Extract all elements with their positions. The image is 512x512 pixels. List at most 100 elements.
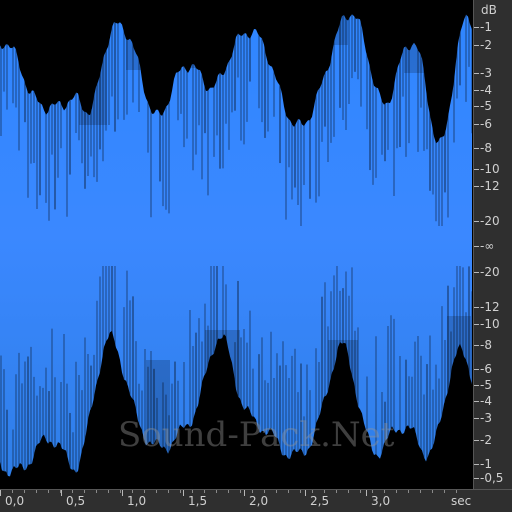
time-label: 3,0 <box>371 494 391 508</box>
time-minor-tick <box>420 490 421 493</box>
time-minor-tick <box>72 490 73 493</box>
waveform-dark-region-2 <box>126 0 150 70</box>
time-minor-tick <box>144 490 145 493</box>
db-scale-label: -10 <box>480 162 500 176</box>
time-label: 2,0 <box>249 494 269 508</box>
waveform-graphic <box>0 0 473 489</box>
time-minor-tick <box>24 490 25 493</box>
db-scale-label: -1 <box>480 20 492 34</box>
db-scale-label: -0,5 <box>480 471 504 485</box>
time-minor-tick <box>252 490 253 493</box>
db-tick <box>474 440 479 441</box>
time-major-tick <box>183 490 184 496</box>
db-tick <box>474 246 479 247</box>
waveform-dark-region-4 <box>188 0 214 68</box>
db-scale-label: -12 <box>480 300 500 314</box>
db-tick <box>474 27 479 28</box>
time-label: 1,5 <box>188 494 208 508</box>
time-minor-tick <box>408 490 409 493</box>
db-tick <box>474 369 479 370</box>
time-minor-tick <box>456 490 457 493</box>
db-tick <box>474 418 479 419</box>
db-scale: dB -1 -2 -3 -4 -5 -6 -8 -10 -12 -20 -∞ -20 -12 -10 -8 -6… <box>473 0 512 489</box>
db-scale-label: -6 <box>480 117 492 131</box>
db-tick <box>474 464 479 465</box>
time-minor-tick <box>444 490 445 493</box>
time-minor-tick <box>348 490 349 493</box>
db-unit-label: dB <box>481 3 497 17</box>
time-minor-tick <box>432 490 433 493</box>
waveform-dark-region-8 <box>404 0 428 73</box>
time-minor-tick <box>312 490 313 493</box>
db-scale-label: -20 <box>480 265 500 279</box>
time-minor-tick <box>216 490 217 493</box>
time-minor-tick <box>132 490 133 493</box>
db-tick <box>474 401 479 402</box>
db-scale-label: -3 <box>480 411 492 425</box>
audio-waveform-viewer[interactable]: Sound-Pack.Net dB -1 -2 -3 -4 -5 -6 -8 -10 -12 -20… <box>0 0 512 512</box>
time-minor-tick <box>192 490 193 493</box>
time-minor-tick <box>156 490 157 493</box>
db-tick <box>474 90 479 91</box>
time-minor-tick <box>396 490 397 493</box>
db-tick <box>474 272 479 273</box>
db-tick <box>474 73 479 74</box>
time-minor-tick <box>96 490 97 493</box>
time-minor-tick <box>288 490 289 493</box>
time-minor-tick <box>240 490 241 493</box>
time-minor-tick <box>384 490 385 493</box>
db-scale-label: -4 <box>480 83 492 97</box>
waveform-dark-region-0 <box>0 0 24 44</box>
time-minor-tick <box>324 490 325 493</box>
time-major-tick <box>244 490 245 496</box>
waveform-dark-region-1 <box>79 0 107 125</box>
db-scale-label: -20 <box>480 214 500 228</box>
waveform-dark-region-6 <box>322 0 348 45</box>
db-scale-label: -1 <box>480 457 492 471</box>
time-minor-tick <box>84 490 85 493</box>
time-minor-tick <box>168 490 169 493</box>
db-tick <box>474 307 479 308</box>
db-tick <box>474 124 479 125</box>
time-minor-tick <box>180 490 181 493</box>
db-scale-label: -2 <box>480 38 492 52</box>
db-tick <box>474 169 479 170</box>
time-label: 2,5 <box>310 494 330 508</box>
time-minor-tick <box>276 490 277 493</box>
time-label: 0,5 <box>66 494 86 508</box>
time-minor-tick <box>264 490 265 493</box>
time-label: 0,0 <box>5 494 25 508</box>
db-scale-label: -10 <box>480 317 500 331</box>
db-tick <box>474 45 479 46</box>
time-label: 1,0 <box>127 494 147 508</box>
db-scale-label: -5 <box>480 378 492 392</box>
time-major-tick <box>305 490 306 496</box>
time-unit-label: sec <box>451 494 472 508</box>
db-scale-label: -12 <box>480 179 500 193</box>
db-tick <box>474 186 479 187</box>
waveform-display[interactable]: Sound-Pack.Net <box>0 0 473 489</box>
time-major-tick <box>366 490 367 496</box>
waveform-dark-region-5 <box>205 330 240 489</box>
time-minor-tick <box>360 490 361 493</box>
db-tick <box>474 345 479 346</box>
db-tick <box>474 106 479 107</box>
db-tick <box>474 385 479 386</box>
time-major-tick <box>61 490 62 496</box>
db-scale-label: -∞ <box>480 239 495 253</box>
waveform-dark-region-9 <box>447 316 471 489</box>
time-minor-tick <box>48 490 49 493</box>
time-minor-tick <box>300 490 301 493</box>
waveform-dark-region-7 <box>328 340 358 489</box>
time-minor-tick <box>228 490 229 493</box>
db-scale-label: -5 <box>480 99 492 113</box>
db-scale-label: -6 <box>480 362 492 376</box>
db-scale-label: -4 <box>480 394 492 408</box>
time-minor-tick <box>108 490 109 493</box>
time-minor-tick <box>204 490 205 493</box>
waveform-dark-region-3 <box>146 360 170 489</box>
db-scale-label: -3 <box>480 66 492 80</box>
time-minor-tick <box>120 490 121 493</box>
db-scale-label: -8 <box>480 141 492 155</box>
time-major-tick <box>0 490 1 496</box>
